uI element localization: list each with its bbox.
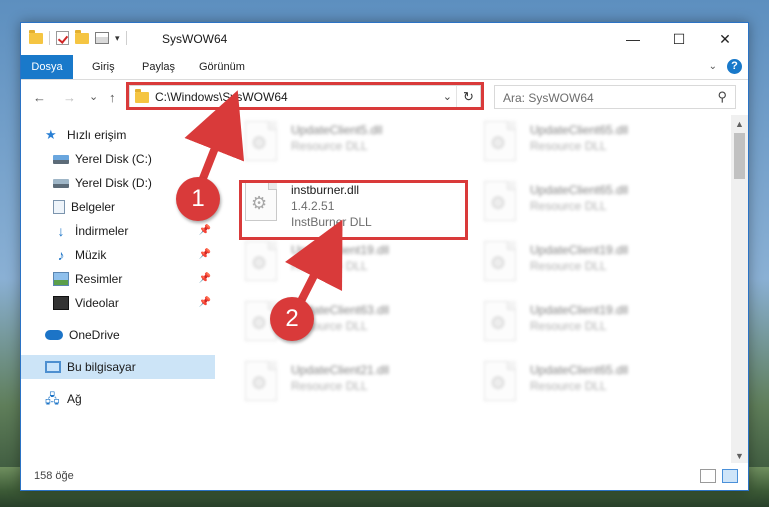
search-placeholder: Ara: SysWOW64: [503, 91, 594, 105]
file-item[interactable]: UpdateClient19.dll Resource DLL: [482, 237, 712, 297]
file-item[interactable]: UpdateClient19.dll Resource DLL: [482, 297, 712, 357]
navigation-pane: ★ Hızlı erişim Yerel Disk (C:) Yerel Dis…: [21, 115, 215, 465]
sidebar-item-onedrive[interactable]: OneDrive: [21, 323, 215, 347]
tab-dosya[interactable]: Dosya: [21, 55, 73, 79]
maximize-button[interactable]: ☐: [656, 23, 702, 55]
view-props-icon[interactable]: [95, 32, 109, 44]
onedrive-icon: [45, 330, 63, 340]
pin-icon[interactable]: 📌: [199, 273, 211, 284]
item-count: 158 öğe: [34, 470, 74, 482]
dll-file-icon: [245, 241, 277, 281]
back-button[interactable]: ←: [33, 90, 46, 105]
pin-icon[interactable]: 📌: [199, 225, 211, 236]
properties-check-icon[interactable]: [56, 31, 69, 45]
dll-file-icon: [484, 361, 516, 401]
search-icon[interactable]: ⚲: [717, 89, 727, 105]
file-explorer-window: ▾ SysWOW64 — ☐ ✕ Dosya Giriş Paylaş Görü…: [20, 22, 749, 491]
drive-d-icon: [53, 178, 69, 188]
file-list: UpdateClient5.dll Resource DLL instburne…: [215, 115, 733, 465]
file-item[interactable]: UpdateClient19.dll Resource DLL: [243, 237, 473, 297]
new-folder-icon[interactable]: [75, 29, 89, 44]
scroll-thumb[interactable]: [734, 133, 745, 179]
network-icon: 🖧: [45, 391, 60, 406]
documents-icon: [53, 200, 65, 214]
pictures-icon: [53, 272, 69, 286]
sidebar-item-network[interactable]: 🖧 Ağ: [21, 387, 215, 411]
file-item[interactable]: UpdateClient5.dll Resource DLL: [243, 117, 473, 177]
window-title: SysWOW64: [162, 32, 228, 46]
tiles-view-icon[interactable]: [722, 469, 738, 483]
address-highlight-box: [126, 82, 484, 110]
music-icon: ♪: [57, 247, 65, 263]
customize-qat-icon[interactable]: ▾: [115, 33, 120, 44]
folder-icon[interactable]: [29, 29, 43, 44]
expand-ribbon-icon[interactable]: ⌄: [709, 61, 717, 72]
tab-paylas[interactable]: Paylaş: [142, 55, 175, 79]
downloads-icon: ↓: [57, 223, 65, 239]
recent-locations-button[interactable]: ⌄: [89, 90, 98, 103]
sidebar-item-pictures[interactable]: Resimler 📌: [21, 267, 215, 291]
pin-icon[interactable]: 📌: [199, 249, 211, 260]
close-button[interactable]: ✕: [702, 23, 748, 55]
search-input[interactable]: Ara: SysWOW64 ⚲: [494, 85, 736, 109]
forward-button[interactable]: →: [63, 90, 76, 105]
up-button[interactable]: ↑: [109, 90, 116, 105]
quick-access-toolbar: ▾: [29, 29, 127, 45]
scroll-down-icon[interactable]: ▼: [735, 451, 744, 461]
dll-file-icon: [484, 181, 516, 221]
file-item[interactable]: UpdateClient65.dll Resource DLL: [482, 117, 712, 177]
sidebar-item-quick-access[interactable]: ★ Hızlı erişim: [21, 123, 215, 147]
file-item[interactable]: UpdateClient21.dll Resource DLL: [243, 357, 473, 417]
dll-file-icon: [484, 241, 516, 281]
pin-icon[interactable]: 📌: [199, 297, 211, 308]
scroll-up-icon[interactable]: ▲: [735, 119, 744, 129]
tab-giris[interactable]: Giriş: [92, 55, 115, 79]
sidebar-item-this-pc[interactable]: Bu bilgisayar: [21, 355, 215, 379]
dll-file-icon: [484, 121, 516, 161]
videos-icon: [53, 296, 69, 310]
tab-gorunum[interactable]: Görünüm: [199, 55, 245, 79]
dll-file-icon: [245, 121, 277, 161]
step-1-marker: 1: [176, 177, 220, 221]
file-item[interactable]: UpdateClient65.dll Resource DLL: [482, 357, 712, 417]
dll-file-icon: [484, 301, 516, 341]
dll-file-icon: [245, 361, 277, 401]
sidebar-item-drive-c[interactable]: Yerel Disk (C:): [21, 147, 215, 171]
sidebar-item-downloads[interactable]: ↓ İndirmeler 📌: [21, 219, 215, 243]
help-icon[interactable]: ?: [727, 59, 742, 74]
sidebar-item-videos[interactable]: Videolar 📌: [21, 291, 215, 315]
minimize-button[interactable]: —: [610, 23, 656, 55]
vertical-scrollbar[interactable]: ▲ ▼: [731, 115, 748, 465]
star-icon: ★: [45, 127, 57, 142]
file-item[interactable]: UpdateClient65.dll Resource DLL: [482, 177, 712, 237]
status-bar: 158 öğe: [21, 463, 748, 490]
sidebar-item-music[interactable]: ♪ Müzik 📌: [21, 243, 215, 267]
ribbon: Dosya Giriş Paylaş Görünüm ⌄ ?: [21, 55, 748, 80]
title-bar: ▾ SysWOW64 — ☐ ✕: [21, 23, 748, 55]
this-pc-icon: [45, 361, 61, 373]
step-2-marker: 2: [270, 297, 314, 341]
drive-c-icon: [53, 154, 69, 164]
details-view-icon[interactable]: [700, 469, 716, 483]
file-highlight-box: [239, 180, 468, 240]
